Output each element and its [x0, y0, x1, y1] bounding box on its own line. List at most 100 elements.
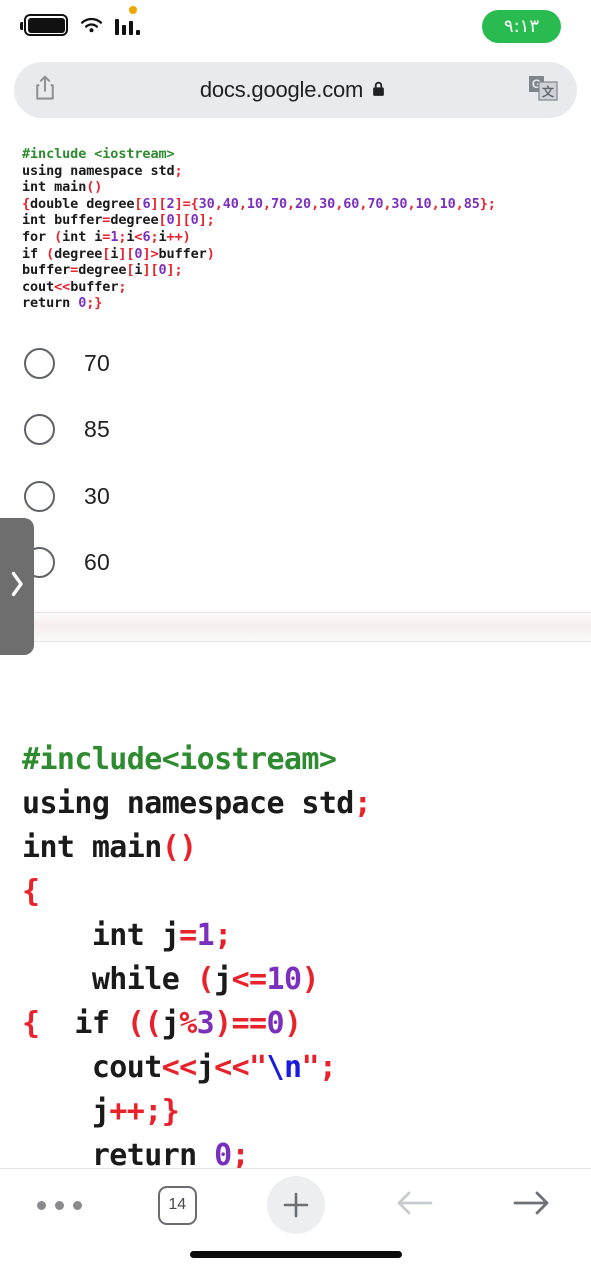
browser-bottom-toolbar: 14: [0, 1168, 591, 1280]
code-token: ;: [353, 785, 372, 821]
code-token: ++): [166, 228, 191, 245]
plus-icon: [266, 1176, 325, 1234]
answer-option-70[interactable]: 70: [0, 330, 591, 397]
cellular-signal-icon: [115, 15, 142, 35]
code-token: ,: [431, 195, 440, 212]
code-token: 0: [214, 1137, 232, 1168]
code-token: ((: [126, 1005, 163, 1041]
code-line: return 0;: [22, 1134, 591, 1168]
code-token: 85: [463, 195, 480, 212]
code-line: {double degree[6][2]={30,40,10,70,20,30,…: [22, 196, 591, 213]
code-token: {: [190, 195, 199, 212]
more-options-button[interactable]: [0, 1169, 118, 1241]
phone-screen: ٩:١٣ docs.google.com G 文 #include <iostr…: [0, 0, 591, 1280]
code-token: int buffer: [22, 212, 103, 229]
code-token: while: [22, 961, 197, 997]
code-token: <<: [161, 1049, 198, 1085]
answer-option-85[interactable]: 85: [0, 396, 591, 463]
forward-button[interactable]: [473, 1169, 591, 1241]
code-token: j: [196, 1049, 215, 1085]
code-token: ;: [150, 228, 159, 245]
code-token: ,: [214, 195, 223, 212]
code-token: ;: [231, 1137, 250, 1168]
code-token: 0: [190, 212, 199, 229]
code-block-two: #include<iostream> using namespace std; in…: [0, 738, 591, 1168]
url-display[interactable]: docs.google.com: [58, 77, 527, 103]
status-time: ٩:١٣: [481, 10, 561, 43]
code-token: \n: [266, 1049, 303, 1085]
wifi-icon: [79, 15, 104, 35]
code-token: <<: [54, 278, 71, 295]
status-bar: ٩:١٣: [0, 0, 591, 58]
code-token: (: [54, 228, 63, 245]
code-token: (): [161, 829, 198, 865]
tab-switcher-button[interactable]: 14: [118, 1169, 236, 1241]
code-token: <=: [231, 961, 268, 997]
code-token: double degree: [30, 195, 135, 212]
code-token: ++;}: [109, 1093, 180, 1129]
code-token: ,: [311, 195, 320, 212]
answer-options-list[interactable]: 70 85 30 60: [0, 330, 591, 596]
code-token: ,: [262, 195, 271, 212]
code-token: [: [158, 212, 167, 229]
code-token: ": [301, 1049, 319, 1085]
code-token: 30: [391, 195, 408, 212]
code-token: 10: [246, 195, 263, 212]
code-token: j: [161, 1005, 180, 1041]
code-token: ];: [166, 262, 183, 279]
chevron-right-icon: [10, 570, 25, 603]
code-line: int buffer=degree[0][0];: [22, 212, 591, 229]
code-token: 10: [439, 195, 456, 212]
question-card-two: #include<iostream> using namespace std; in…: [0, 641, 591, 1168]
code-token: =: [179, 917, 197, 953]
code-token: ,: [287, 195, 296, 212]
code-token: #include <iostream>: [22, 146, 175, 162]
answer-option-60[interactable]: 60: [0, 529, 591, 596]
code-token: j: [22, 1093, 110, 1129]
svg-text:文: 文: [542, 84, 555, 99]
answer-option-30[interactable]: 30: [0, 463, 591, 530]
code-token: 70: [270, 195, 287, 212]
web-content[interactable]: #include <iostream> using namespace std; i…: [0, 128, 591, 1168]
code-line: {: [22, 870, 591, 914]
answer-option-label: 30: [84, 482, 110, 509]
tab-count-badge: 14: [157, 1185, 197, 1225]
address-bar[interactable]: docs.google.com G 文: [14, 62, 577, 118]
code-token: if: [22, 245, 47, 262]
drawer-toggle-button[interactable]: [0, 518, 34, 655]
radio-button[interactable]: [24, 347, 55, 379]
code-line: cout<<buffer;: [22, 279, 591, 296]
question-card-one: #include <iostream> using namespace std; i…: [0, 128, 591, 596]
radio-button[interactable]: [24, 414, 55, 446]
back-button[interactable]: [355, 1169, 473, 1241]
code-line: int main(): [22, 179, 591, 196]
code-token: ): [301, 961, 319, 997]
code-token: buffer: [22, 262, 71, 279]
code-token: ,: [455, 195, 464, 212]
new-tab-button[interactable]: [236, 1169, 354, 1241]
code-token: 30: [319, 195, 336, 212]
code-token: ;: [318, 1049, 337, 1085]
share-icon[interactable]: [32, 74, 58, 107]
code-token: ][: [142, 262, 159, 279]
code-token: 70: [367, 195, 384, 212]
code-token: %: [179, 1005, 197, 1041]
code-token: degree: [78, 262, 127, 279]
code-line: for (int i=1;i<6;i++): [22, 229, 591, 246]
code-token: 20: [295, 195, 312, 212]
code-token: 30: [198, 195, 215, 212]
code-token: ;: [174, 162, 183, 179]
code-token: 0: [166, 212, 175, 229]
code-token: buffer: [70, 278, 119, 295]
code-token: #include<iostream>: [22, 741, 337, 777]
url-text: docs.google.com: [199, 77, 364, 102]
google-translate-icon[interactable]: G 文: [527, 73, 559, 108]
address-bar-container[interactable]: docs.google.com G 文: [14, 62, 577, 118]
radio-button[interactable]: [24, 480, 55, 512]
code-token: 10: [415, 195, 432, 212]
code-line: cout<<j<<"\n";: [22, 1046, 591, 1090]
code-token: 0: [266, 1005, 285, 1041]
code-token: ): [283, 1005, 302, 1041]
code-line: while (j<=10): [22, 958, 591, 1002]
code-token: <<: [214, 1049, 250, 1085]
